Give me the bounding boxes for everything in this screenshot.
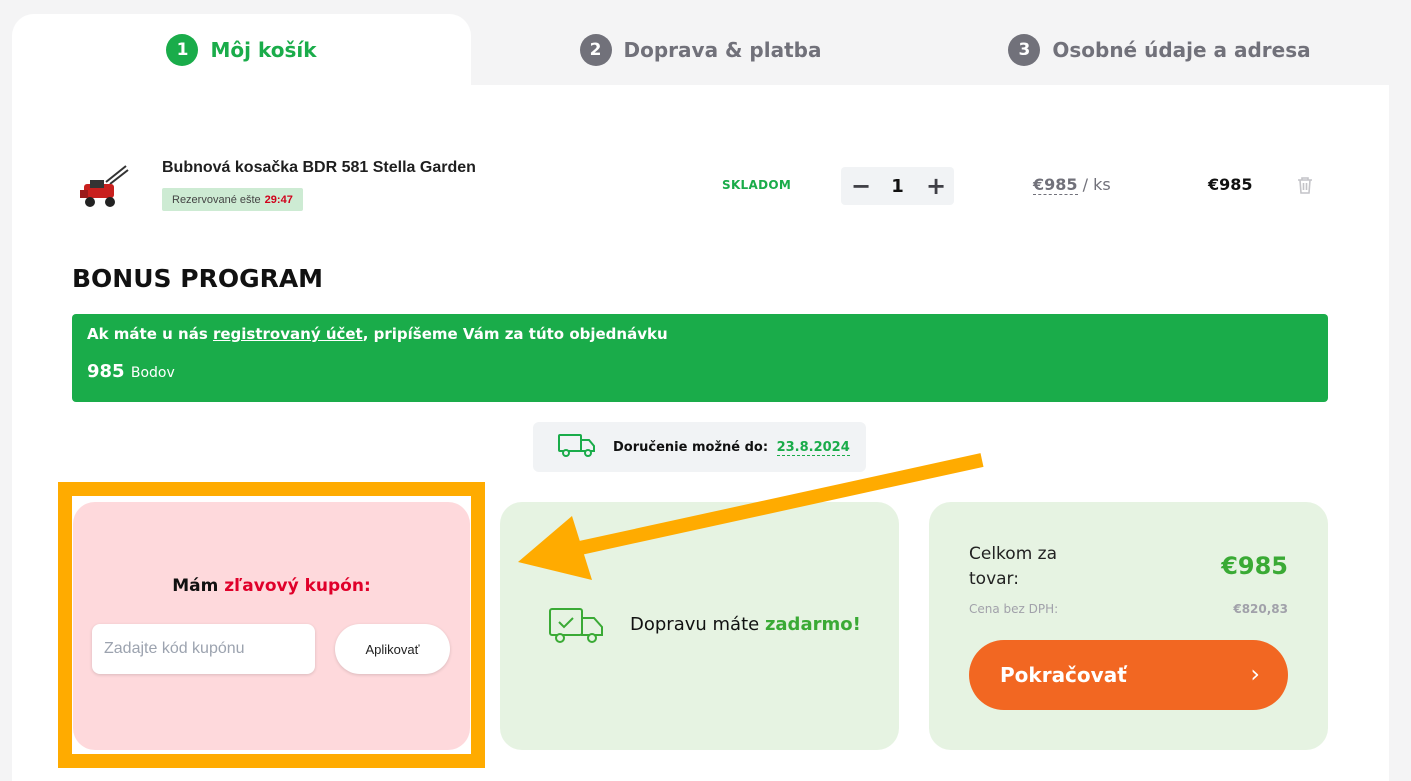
checkout-steps: 1 Môj košík 2 Doprava & platba 3 Osobné …: [12, 14, 1389, 85]
registered-account-link[interactable]: registrovaný účet: [213, 325, 363, 343]
bonus-program-box: Ak máte u nás registrovaný účet, pripíše…: [72, 314, 1328, 402]
reservation-timer: 29:47: [264, 193, 293, 206]
bonus-points-unit: Bodov: [130, 365, 175, 381]
free-shipping-box: Dopravu máte zadarmo!: [500, 502, 899, 750]
delivery-label: Doručenie možné do:: [613, 439, 769, 455]
bonus-points: 985 Bodov: [87, 361, 175, 382]
reservation-badge: Rezervované ešte 29:47: [162, 188, 303, 211]
order-summary: Celkom za tovar: €985 Cena bez DPH: €820…: [929, 502, 1328, 750]
line-total: €985: [1208, 175, 1253, 194]
cart-page: 1 Môj košík 2 Doprava & platba 3 Osobné …: [0, 0, 1411, 781]
qty-value[interactable]: 1: [891, 176, 904, 197]
free-shipping-highlight: zadarmo!: [764, 614, 861, 635]
bonus-text-end: , pripíšeme Vám za túto objednávku: [362, 325, 668, 343]
qty-increase-button[interactable]: +: [926, 174, 946, 198]
quantity-stepper: − 1 +: [841, 167, 954, 205]
chevron-right-icon: ›: [1250, 660, 1260, 688]
step-label: Môj košík: [210, 37, 317, 62]
step-number: 3: [1008, 33, 1041, 66]
product-thumbnail[interactable]: [76, 160, 132, 210]
step-shipping-payment[interactable]: 2 Doprava & platba: [471, 14, 930, 85]
summary-amount: €985: [1221, 552, 1288, 580]
continue-label: Pokračovať: [1000, 663, 1127, 687]
coupon-highlight-frame: [58, 482, 485, 768]
unit-price: €985 / ks: [1033, 175, 1111, 195]
product-name[interactable]: Bubnová kosačka BDR 581 Stella Garden: [162, 159, 476, 177]
price-without-vat: €820,83: [1233, 602, 1288, 616]
free-shipping-label: Dopravu máte: [630, 614, 765, 635]
qty-decrease-button[interactable]: −: [851, 174, 871, 198]
step-cart[interactable]: 1 Môj košík: [12, 14, 471, 85]
continue-button[interactable]: Pokračovať ›: [969, 640, 1288, 710]
bonus-program-title: BONUS PROGRAM: [72, 264, 324, 293]
delivery-truck-check-icon: [548, 606, 606, 646]
step-number: 1: [166, 33, 199, 66]
truck-icon: [557, 432, 597, 462]
free-shipping-text: Dopravu máte zadarmo!: [630, 614, 861, 635]
bonus-text: Ak máte u nás registrovaný účet, pripíše…: [87, 325, 668, 343]
unit-suffix: / ks: [1082, 175, 1111, 194]
step-label: Osobné údaje a adresa: [1052, 37, 1311, 62]
price-without-vat-label: Cena bez DPH:: [969, 602, 1059, 616]
step-number: 2: [579, 33, 612, 66]
reservation-label: Rezervované ešte: [172, 193, 261, 206]
summary-label: Celkom za tovar:: [969, 544, 1057, 589]
delivery-date[interactable]: 23.8.2024: [776, 439, 850, 456]
step-label: Doprava & platba: [623, 37, 822, 62]
stock-status: SKLADOM: [722, 178, 792, 192]
bonus-points-value: 985: [87, 361, 125, 382]
step-personal-info[interactable]: 3 Osobné údaje a adresa: [930, 14, 1389, 85]
bonus-text-start: Ak máte u nás: [87, 325, 213, 343]
trash-icon[interactable]: [1294, 174, 1316, 196]
delivery-estimate: Doručenie možné do: 23.8.2024: [533, 422, 866, 472]
unit-price-value[interactable]: €985: [1033, 175, 1078, 195]
